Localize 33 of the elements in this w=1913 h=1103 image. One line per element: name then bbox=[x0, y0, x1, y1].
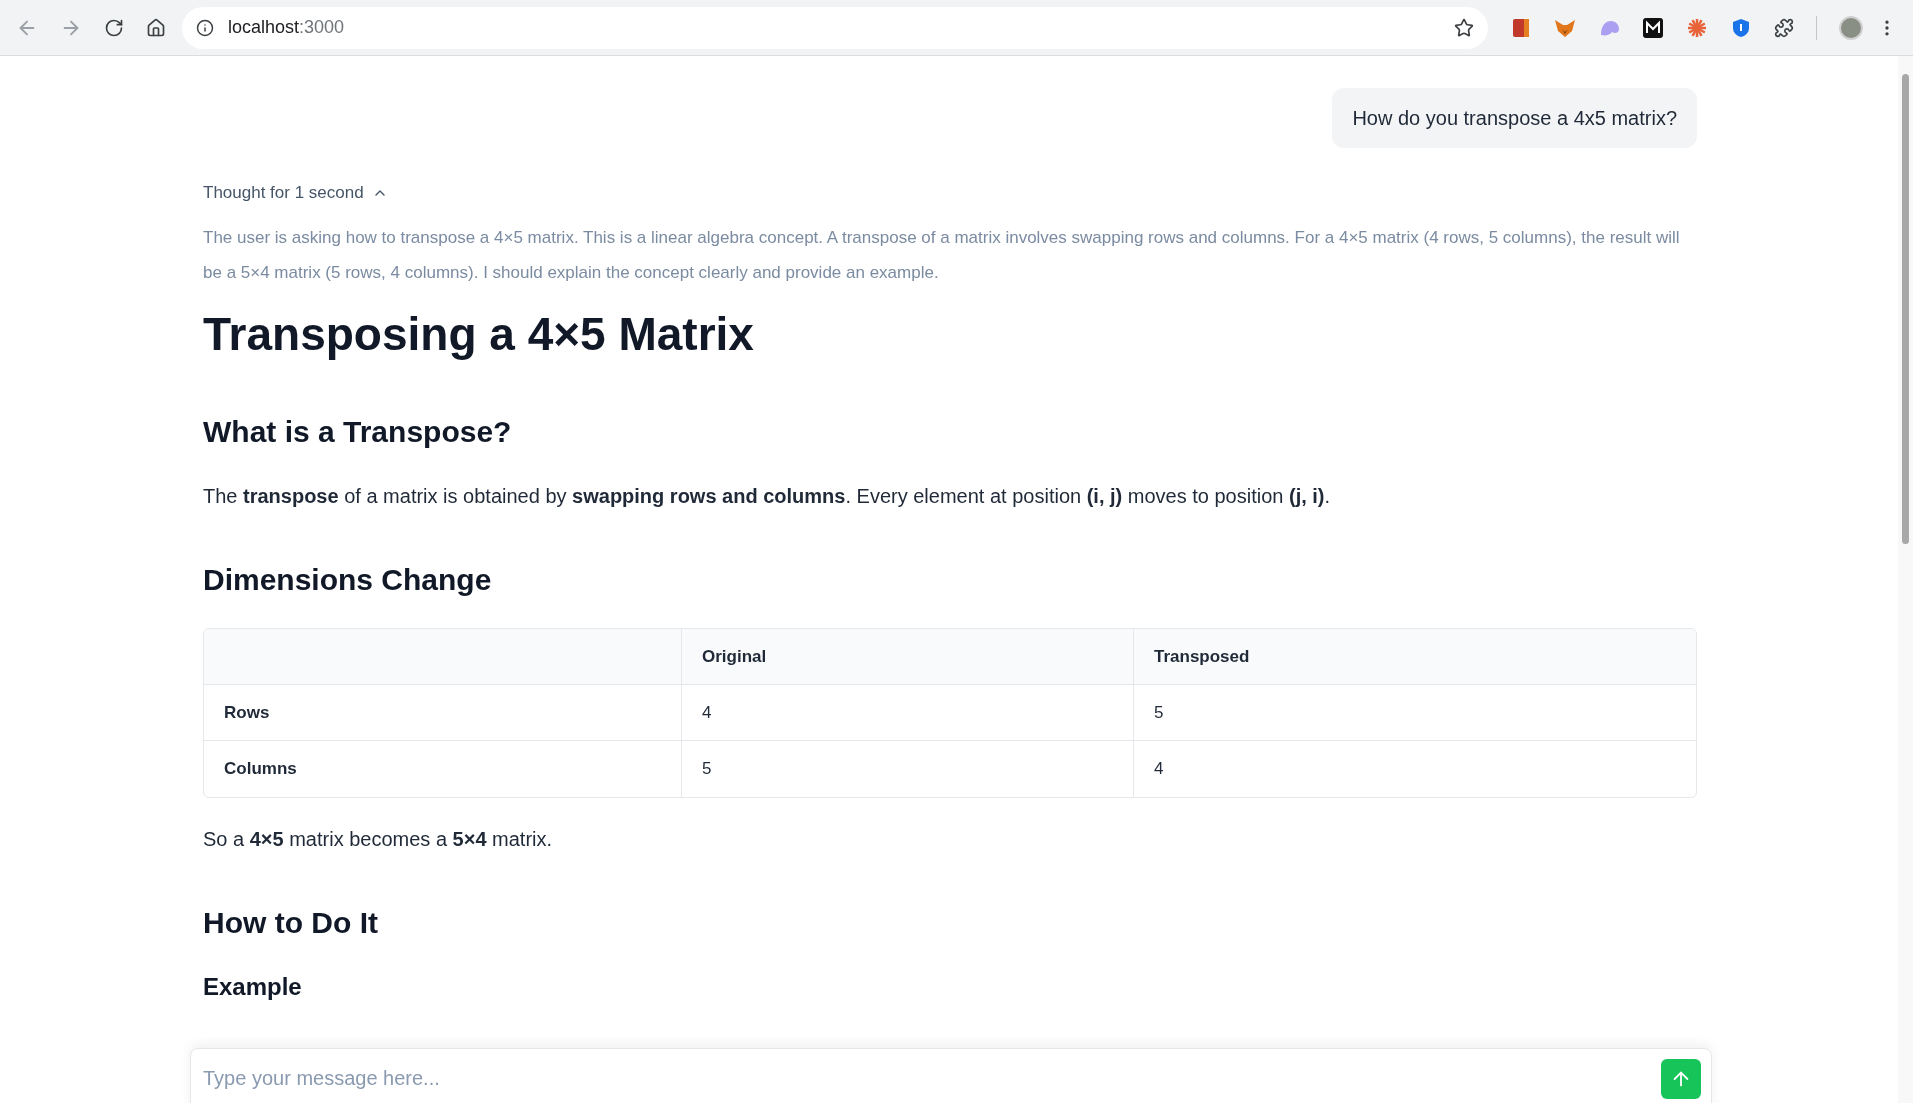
table-cell-text: 4 bbox=[1154, 758, 1164, 781]
paragraph: The transpose of a matrix is obtained by swapping rows and columns. Every element at position (i, j) moves to position (j, i). bbox=[203, 483, 1331, 509]
reload-icon[interactable] bbox=[104, 17, 124, 38]
extensions-icon[interactable] bbox=[1774, 17, 1794, 38]
shield-extension-icon[interactable] bbox=[1730, 16, 1752, 39]
table-cell-text: 5 bbox=[702, 758, 712, 781]
message-composer[interactable]: Type your message here... bbox=[190, 1048, 1712, 1103]
sunburst-extension-icon[interactable] bbox=[1686, 16, 1708, 39]
column-header: Transposed bbox=[1154, 645, 1250, 668]
book-extension-icon[interactable] bbox=[1510, 16, 1532, 39]
bookmark-star-icon[interactable] bbox=[1454, 17, 1474, 38]
thought-text: The user is asking how to transpose a 4×5 matrix. This is a linear algebra concept. A transpose of a matrix involves swapping rows and columns. For a 4×5 matrix (4 rows, 5 columns), the result will be a 5×4 matrix (5 rows, 4 columns). I should explain the concept clearly and provide an example. bbox=[203, 226, 1681, 284]
answer-title: Transposing a 4×5 Matrix bbox=[203, 306, 754, 362]
address-bar[interactable]: localhost:3000 bbox=[182, 6, 1488, 49]
m-extension-icon[interactable] bbox=[1642, 16, 1664, 39]
profile-avatar[interactable] bbox=[1839, 15, 1863, 40]
subsection-heading: Example bbox=[203, 971, 302, 1002]
home-icon[interactable] bbox=[146, 17, 166, 38]
section-heading: Dimensions Change bbox=[203, 561, 492, 598]
message-input[interactable]: Type your message here... bbox=[203, 1059, 1661, 1097]
site-info-icon[interactable] bbox=[196, 18, 214, 37]
url-port: :3000 bbox=[299, 17, 345, 37]
section-heading: What is a Transpose? bbox=[203, 414, 512, 450]
user-message-bubble: How do you transpose a 4x5 matrix? bbox=[1332, 88, 1697, 148]
row-header: Rows bbox=[224, 701, 270, 724]
thought-toggle[interactable]: Thought for 1 second bbox=[203, 180, 388, 206]
column-header: Original bbox=[702, 645, 767, 668]
paragraph: So a 4×5 matrix becomes a 5×4 matrix. bbox=[203, 827, 553, 852]
section-heading: How to Do It bbox=[203, 905, 378, 941]
table-cell-text: 5 bbox=[1154, 701, 1164, 724]
url-host: localhost bbox=[228, 17, 300, 37]
table-cell-text: 4 bbox=[702, 701, 712, 724]
row-header: Columns bbox=[224, 758, 297, 781]
